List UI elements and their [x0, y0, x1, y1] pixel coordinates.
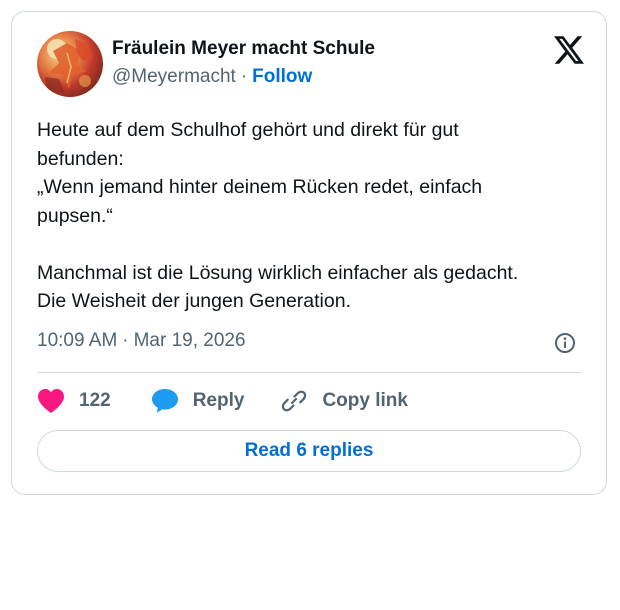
like-button[interactable]: 122: [37, 388, 111, 414]
link-icon: [282, 390, 307, 412]
handle-separator: ·: [240, 66, 248, 87]
copy-link-button[interactable]: Copy link: [280, 387, 408, 415]
tweet-line: Heute auf dem Schulhof gehört und direkt…: [37, 119, 459, 141]
author-name[interactable]: Fräulein Meyer macht Schule: [112, 38, 375, 60]
follow-button[interactable]: Follow: [252, 66, 312, 87]
reply-button[interactable]: Reply: [151, 388, 245, 414]
like-count: 122: [79, 390, 111, 411]
author-handle-row: @Meyermacht · Follow: [112, 66, 312, 88]
tweet-time: 10:09 AM: [37, 330, 118, 351]
info-icon[interactable]: [554, 332, 576, 354]
tweet-line: „Wenn jemand hinter deinem Rücken redet,…: [37, 176, 483, 198]
author-handle[interactable]: @Meyermacht: [112, 66, 236, 87]
speech-bubble-icon: [151, 389, 178, 413]
x-logo-icon[interactable]: [554, 36, 584, 64]
tweet-timestamp[interactable]: 10:09 AM · Mar 19, 2026: [37, 330, 246, 352]
meta-separator: ·: [122, 330, 129, 351]
tweet-text: Heute auf dem Schulhof gehört und direkt…: [37, 116, 583, 316]
tweet-line: befunden:: [37, 147, 124, 170]
tweet-card: Fräulein Meyer macht Schule @Meyermacht ·…: [11, 11, 607, 495]
avatar-image: [45, 39, 93, 93]
reply-label: Reply: [192, 390, 245, 411]
tweet-line: Manchmal ist die Lösung wirklich einfach…: [37, 261, 519, 284]
action-bar: 122 Reply Copy link: [37, 386, 408, 416]
tweet-line: pupsen.“: [37, 204, 113, 227]
divider: [37, 372, 581, 373]
read-replies-button[interactable]: Read 6 replies: [37, 430, 581, 472]
copy-link-label: Copy link: [322, 390, 408, 411]
tweet-date: Mar 19, 2026: [133, 330, 246, 351]
heart-icon: [38, 389, 64, 413]
tweet-line: Die Weisheit der jungen Generation.: [37, 290, 351, 312]
avatar[interactable]: [37, 31, 103, 97]
